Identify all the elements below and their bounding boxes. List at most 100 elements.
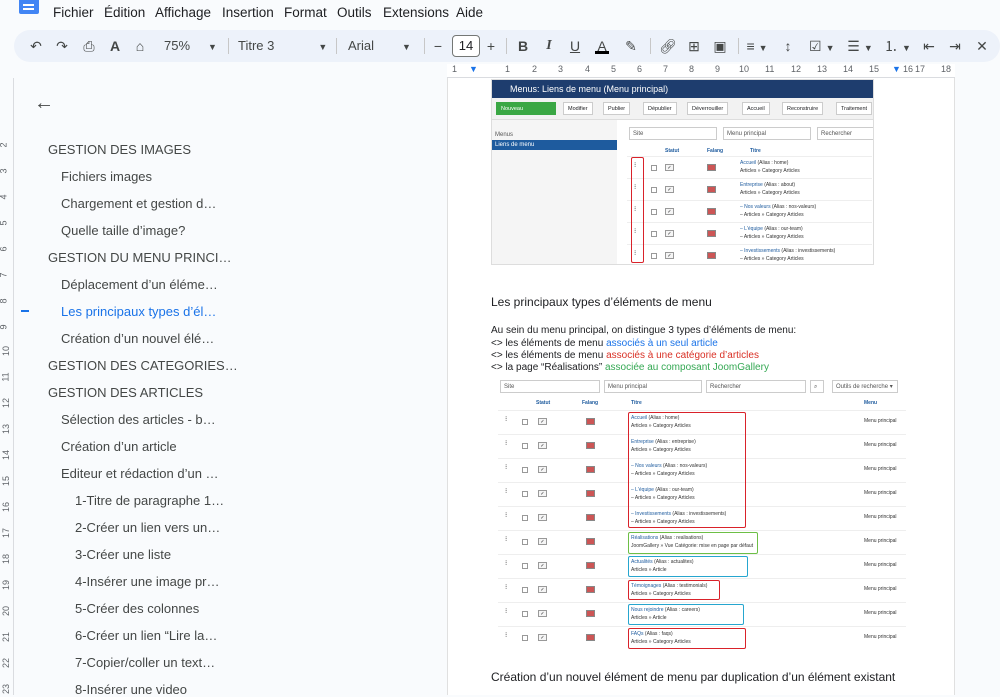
flag-icon: [707, 252, 716, 259]
outline-item[interactable]: GESTION DU MENU PRINCI…: [48, 250, 231, 265]
outline-item[interactable]: GESTION DES CATEGORIES…: [48, 358, 238, 373]
italic-icon[interactable]: I: [542, 37, 556, 55]
right-gutter: [955, 64, 1000, 695]
flag-icon: [707, 186, 716, 193]
text-color-icon[interactable]: A: [595, 37, 609, 54]
outline-item[interactable]: Editeur et rédaction d’un …: [61, 466, 219, 481]
item-menu: Menu principal: [864, 466, 897, 472]
item-menu: Menu principal: [864, 442, 897, 448]
menu-insertion[interactable]: Insertion: [222, 5, 274, 20]
outline-item[interactable]: GESTION DES IMAGES: [48, 142, 191, 157]
flag-icon: [586, 562, 595, 569]
font-select[interactable]: Arial ▼: [348, 37, 411, 56]
row-checkbox: [522, 563, 528, 569]
outline-item[interactable]: Création d’un article: [61, 439, 177, 454]
status-check-icon: ✓: [665, 208, 674, 215]
item-alias: (Alias : about): [764, 182, 796, 188]
image-icon[interactable]: ▣: [712, 37, 728, 55]
menu-outils[interactable]: Outils: [337, 5, 372, 20]
outline-item[interactable]: Fichiers images: [61, 169, 152, 184]
increase-size-icon[interactable]: +: [484, 37, 498, 55]
outline-item[interactable]: 2-Créer un lien vers un…: [75, 520, 220, 535]
drag-handle-icon: ⁝: [505, 488, 508, 495]
font-size-input[interactable]: 14: [452, 35, 480, 57]
link-icon[interactable]: 🔗︎: [659, 37, 677, 55]
ruler-tick-label: 4: [585, 64, 591, 74]
document-page[interactable]: Menus: Liens de menu (Menu principal) No…: [447, 78, 955, 695]
bullet-list-icon[interactable]: ☰ ▼: [847, 37, 873, 55]
menu-fichier[interactable]: Fichier: [53, 5, 94, 20]
row-checkbox: [522, 539, 528, 545]
menu-aide[interactable]: Aide: [456, 5, 483, 20]
item-type: Articles » Category Articles: [740, 190, 800, 196]
outline-item[interactable]: GESTION DES ARTICLES: [48, 385, 203, 400]
outline-item-active[interactable]: Les principaux types d’él…: [61, 304, 216, 319]
ruler-tick-label: 6: [0, 246, 9, 251]
item-alias: (Alias : nos-valeurs): [771, 204, 817, 210]
unpublish-button: Dépublier: [643, 102, 677, 115]
print-icon[interactable]: ⎙: [80, 37, 98, 55]
outline-item[interactable]: 6-Créer un lien “Lire la…: [75, 628, 217, 643]
ruler-tick-label: 6: [637, 64, 643, 74]
back-arrow-icon[interactable]: ←: [34, 92, 54, 115]
underline-icon[interactable]: U: [568, 37, 582, 55]
comment-icon[interactable]: ⊞: [686, 37, 702, 55]
zoom-select[interactable]: 75% ▼: [164, 37, 217, 56]
menu-format[interactable]: Format: [284, 5, 327, 20]
outline-item[interactable]: 1-Titre de paragraphe 1…: [75, 493, 224, 508]
menu-affichage[interactable]: Affichage: [155, 5, 211, 20]
outline-item[interactable]: Création d’un nouvel élé…: [61, 331, 214, 346]
outline-item[interactable]: Chargement et gestion d…: [61, 196, 216, 211]
docs-logo-icon[interactable]: [19, 0, 39, 14]
outline-item[interactable]: Sélection des articles - b…: [61, 412, 216, 427]
numbered-list-icon[interactable]: ⒈ ▼: [884, 37, 911, 55]
flag-icon: [586, 466, 595, 473]
menu-extensions[interactable]: Extensions: [383, 5, 449, 20]
row-checkbox: [522, 419, 528, 425]
checklist-icon[interactable]: ☑ ▼: [809, 37, 834, 55]
clear-format-icon[interactable]: ✕: [974, 37, 990, 55]
redo-icon[interactable]: ↷: [54, 37, 70, 55]
ruler-tick-label: 20: [1, 605, 12, 617]
ruler-tick-label: 1: [505, 64, 511, 74]
menu-edition[interactable]: Édition: [104, 5, 145, 20]
horizontal-ruler[interactable]: 1 ▼ 1 2 3 4 5 6 7 8 9 10 11 12 13 14 15 …: [447, 64, 955, 78]
outline-item[interactable]: 3-Créer une liste: [75, 547, 171, 562]
col-falang: Falang: [707, 148, 724, 154]
intro-text: Au sein du menu principal, on distingue …: [491, 325, 797, 336]
right-indent-marker-icon[interactable]: ▼: [892, 64, 901, 74]
outline-item[interactable]: 5-Créer des colonnes: [75, 601, 199, 616]
bold-icon[interactable]: B: [516, 37, 530, 55]
vertical-ruler[interactable]: 2 3 4 5 6 7 8 9 10 11 12 13 14 15 16 17 …: [0, 78, 14, 695]
outline-item[interactable]: Déplacement d’un éléme…: [61, 277, 218, 292]
decrease-size-icon[interactable]: −: [431, 37, 445, 55]
line-spacing-icon[interactable]: ↕: [779, 37, 797, 55]
edit-button: Modifier: [563, 102, 593, 115]
outline-item[interactable]: 4-Insérer une image pr…: [75, 574, 220, 589]
outline-item[interactable]: Quelle taille d’image?: [61, 223, 185, 238]
col-title: Titre: [631, 400, 642, 406]
undo-icon[interactable]: ↶: [28, 37, 44, 55]
table-row: ⁝ ✓ Accueil (Alias : home) Articles » Ca…: [627, 156, 872, 178]
style-select[interactable]: Titre 3 ▼: [238, 37, 327, 56]
highlight-icon[interactable]: ✎: [624, 37, 638, 55]
ruler-tick-label: 15: [1, 475, 12, 487]
increase-indent-icon[interactable]: ⇥: [947, 37, 963, 55]
item-menu: Menu principal: [864, 634, 897, 640]
table-row: ⁝ ✓ – Investissements (Alias : investiss…: [627, 244, 872, 264]
flag-icon: [586, 538, 595, 545]
section-heading: Création d’un nouvel élément de menu par…: [491, 670, 896, 684]
screenshot-sidebar: Menus Liens de menu: [492, 120, 617, 264]
paint-format-icon[interactable]: ⌂: [132, 37, 148, 55]
ruler-tick-label: 10: [739, 64, 750, 74]
flag-icon: [586, 490, 595, 497]
indent-marker-icon[interactable]: ▼: [469, 64, 478, 74]
decrease-indent-icon[interactable]: ⇤: [921, 37, 937, 55]
spellcheck-icon[interactable]: A: [107, 37, 123, 55]
publish-button: Publier: [603, 102, 631, 115]
align-icon[interactable]: ≡ ▼: [745, 37, 769, 55]
joomgallery-green-box: [628, 532, 758, 554]
outline-item[interactable]: 7-Copier/coller un text…: [75, 655, 215, 670]
ruler-tick-label: 2: [0, 142, 9, 147]
flag-icon: [707, 230, 716, 237]
